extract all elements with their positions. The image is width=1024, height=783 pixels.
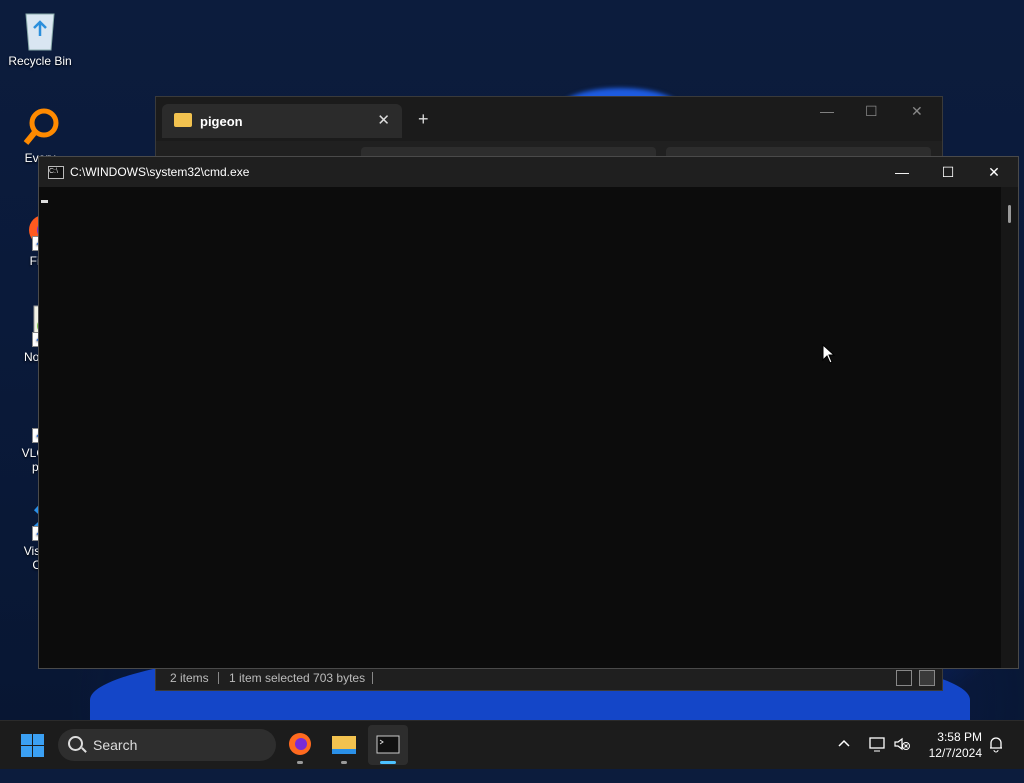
recycle-bin-icon	[20, 8, 60, 52]
mouse-pointer-icon	[822, 343, 836, 367]
cmd-title-bar[interactable]: C:\ C:\WINDOWS\system32\cmd.exe — ☐ ✕	[39, 157, 1018, 187]
network-icon[interactable]	[868, 735, 886, 783]
cmd-window[interactable]: C:\ C:\WINDOWS\system32\cmd.exe — ☐ ✕	[38, 156, 1019, 669]
show-hidden-icons-chevron-icon[interactable]	[836, 735, 852, 783]
status-separator	[372, 672, 373, 684]
new-tab-button[interactable]: +	[418, 109, 429, 130]
windows-logo-icon	[21, 734, 32, 745]
active-indicator	[380, 761, 396, 764]
taskbar-app-firefox[interactable]	[280, 725, 320, 765]
volume-muted-icon[interactable]	[893, 735, 911, 783]
everything-search-icon	[20, 105, 60, 149]
running-indicator	[297, 761, 303, 764]
desktop-icon-label: Recycle Bin	[8, 54, 72, 68]
taskbar-search-box[interactable]: Search	[58, 729, 276, 761]
cmd-window-title: C:\WINDOWS\system32\cmd.exe	[70, 165, 250, 179]
status-item-count: 2 items	[170, 671, 209, 685]
explorer-tab-bar: pigeon ✕ + — ☐ ✕	[156, 97, 942, 141]
folder-icon	[332, 736, 356, 754]
cmd-minimize-button[interactable]: —	[879, 157, 925, 187]
taskbar-app-file-explorer[interactable]	[324, 725, 364, 765]
running-indicator	[341, 761, 347, 764]
tiles-view-icon[interactable]	[919, 670, 935, 686]
explorer-status-bar: 2 items 1 item selected 703 bytes	[156, 666, 942, 690]
cmd-close-button[interactable]: ✕	[971, 157, 1017, 187]
cmd-app-icon: C:\	[48, 166, 64, 179]
explorer-minimize-button[interactable]: —	[820, 103, 834, 119]
status-separator	[218, 672, 219, 684]
explorer-tab-title: pigeon	[200, 114, 243, 129]
search-label: Search	[93, 737, 138, 753]
windows-logo-tile	[33, 746, 44, 757]
status-selection: 1 item selected 703 bytes	[229, 671, 366, 685]
cmd-scrollbar[interactable]	[1001, 187, 1018, 668]
explorer-close-button[interactable]: ✕	[911, 103, 923, 120]
start-button[interactable]	[21, 734, 44, 757]
taskbar: Search 3:58 PM 12/7/2024	[0, 720, 1024, 769]
terminal-icon	[376, 735, 400, 754]
windows-logo-tile	[33, 734, 44, 745]
clock-date: 12/7/2024	[928, 746, 982, 760]
folder-icon	[174, 113, 192, 127]
text-cursor	[41, 200, 48, 203]
firefox-icon	[289, 733, 311, 755]
taskbar-app-cmd[interactable]	[368, 725, 408, 765]
clock-time: 3:58 PM	[937, 730, 982, 744]
windows-logo-tile	[21, 746, 32, 757]
explorer-tab-pigeon[interactable]: pigeon ✕	[162, 104, 402, 138]
search-icon	[68, 736, 83, 751]
details-view-icon[interactable]	[896, 670, 912, 686]
close-tab-icon[interactable]: ✕	[377, 111, 390, 129]
scrollbar-thumb[interactable]	[1008, 205, 1011, 223]
notification-bell-icon[interactable]	[988, 735, 1004, 783]
system-clock[interactable]: 3:58 PM 12/7/2024	[920, 729, 982, 761]
cmd-maximize-button[interactable]: ☐	[925, 157, 971, 187]
desktop-icon-recycle-bin[interactable]: Recycle Bin	[4, 8, 76, 68]
explorer-maximize-button[interactable]: ☐	[865, 103, 878, 120]
